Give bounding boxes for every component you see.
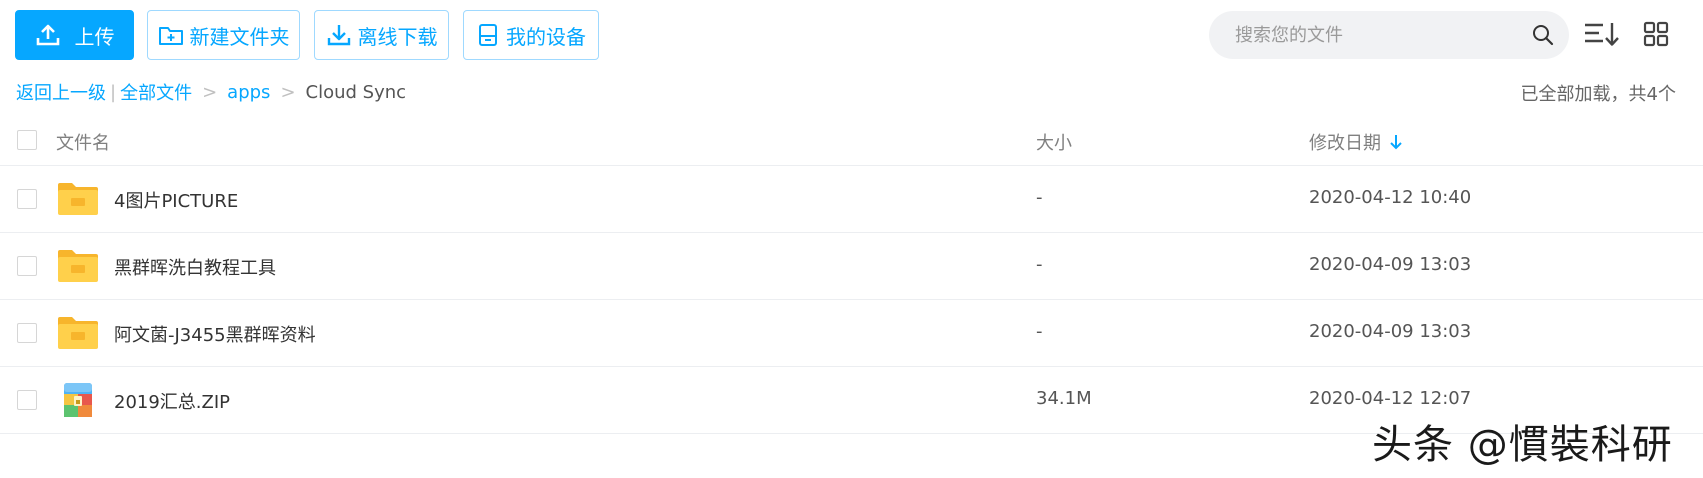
watermark: 头条 @慣裝科研 <box>1372 422 1673 468</box>
device-icon <box>476 23 500 47</box>
file-size: - <box>1036 187 1043 208</box>
file-date: 2020-04-12 12:07 <box>1309 388 1472 409</box>
load-status: 已全部加载，共4个 <box>1520 84 1676 105</box>
offline-download-button[interactable]: 离线下载 <box>314 10 449 60</box>
file-size: - <box>1036 254 1043 275</box>
breadcrumb-apps-link[interactable]: apps <box>227 82 270 103</box>
download-icon <box>326 23 352 47</box>
arrow-down-icon <box>1389 134 1403 150</box>
table-row[interactable]: 黑群晖洗白教程工具 - 2020-04-09 13:03 <box>0 233 1703 300</box>
row-checkbox[interactable] <box>17 189 37 209</box>
breadcrumb-back-link[interactable]: 返回上一级 <box>16 79 106 105</box>
new-folder-icon <box>158 23 184 47</box>
folder-icon <box>56 248 100 284</box>
offline-download-label: 离线下载 <box>357 24 438 49</box>
my-devices-label: 我的设备 <box>506 24 586 49</box>
row-checkbox[interactable] <box>17 390 37 410</box>
column-header-modified[interactable]: 修改日期 <box>1309 129 1403 155</box>
upload-icon <box>35 23 61 47</box>
row-checkbox[interactable] <box>17 323 37 343</box>
new-folder-button[interactable]: 新建文件夹 <box>147 10 300 60</box>
folder-icon <box>56 315 100 351</box>
file-name[interactable]: 黑群晖洗白教程工具 <box>114 254 276 280</box>
file-name[interactable]: 阿文菌-J3455黑群晖资料 <box>114 321 316 347</box>
file-size: 34.1M <box>1036 388 1092 409</box>
upload-button[interactable]: 上传 <box>15 10 134 60</box>
breadcrumb-separator: > <box>202 81 218 103</box>
sort-list-icon[interactable] <box>1582 18 1622 50</box>
select-all-checkbox[interactable] <box>17 130 37 150</box>
file-name[interactable]: 2019汇总.ZIP <box>114 388 230 414</box>
table-row[interactable]: 阿文菌-J3455黑群晖资料 - 2020-04-09 13:03 <box>0 300 1703 367</box>
column-header-modified-label: 修改日期 <box>1309 133 1381 154</box>
upload-label: 上传 <box>74 24 115 49</box>
table-row[interactable]: 4图片PICTURE - 2020-04-12 10:40 <box>0 166 1703 233</box>
my-devices-button[interactable]: 我的设备 <box>463 10 599 60</box>
file-date: 2020-04-09 13:03 <box>1309 254 1472 275</box>
zip-file-icon <box>56 382 100 418</box>
breadcrumb-divider: | <box>110 81 117 103</box>
row-checkbox[interactable] <box>17 256 37 276</box>
file-date: 2020-04-09 13:03 <box>1309 321 1472 342</box>
folder-icon <box>56 181 100 217</box>
new-folder-label: 新建文件夹 <box>189 24 290 49</box>
search-input[interactable] <box>1233 23 1529 47</box>
search-box <box>1209 11 1569 59</box>
file-date: 2020-04-12 10:40 <box>1309 187 1472 208</box>
toolbar: 上传 新建文件夹 离线下载 我的设备 <box>0 0 1703 70</box>
column-header-size[interactable]: 大小 <box>1036 129 1072 155</box>
breadcrumb-all-files-link[interactable]: 全部文件 <box>120 79 192 105</box>
breadcrumb-current: Cloud Sync <box>305 81 407 103</box>
breadcrumb-separator: > <box>280 81 296 103</box>
column-header-name[interactable]: 文件名 <box>56 129 110 155</box>
file-size: - <box>1036 321 1043 342</box>
search-icon[interactable] <box>1529 21 1557 49</box>
grid-view-icon[interactable] <box>1636 18 1676 50</box>
file-name[interactable]: 4图片PICTURE <box>114 187 238 213</box>
table-header: 文件名 大小 修改日期 <box>0 116 1703 166</box>
breadcrumb: 返回上一级 | 全部文件 > apps > Cloud Sync <box>16 79 407 105</box>
